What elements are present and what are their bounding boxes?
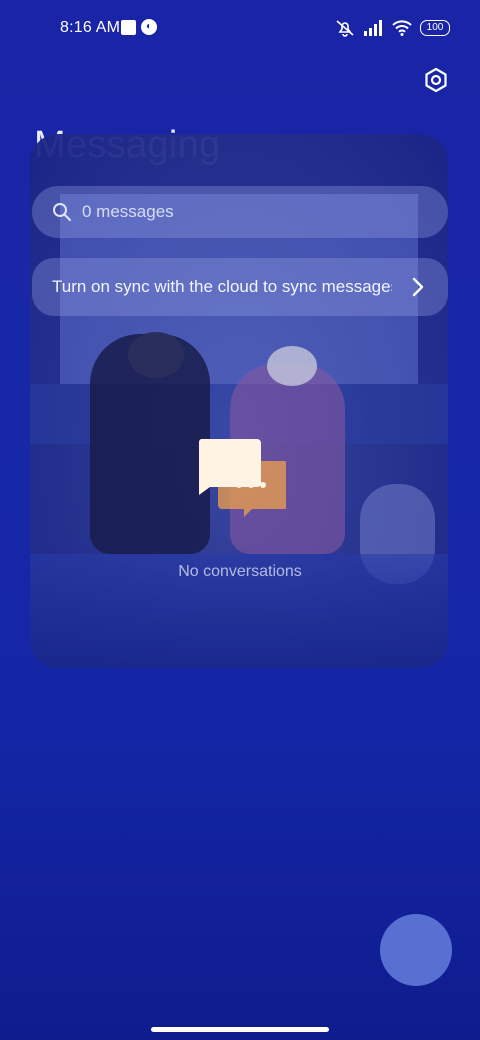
empty-state-text: No conversations — [178, 563, 302, 580]
chat-bubbles-icon — [198, 439, 286, 517]
new-message-button[interactable] — [380, 914, 452, 986]
wifi-icon — [392, 20, 412, 36]
search-input[interactable]: 0 messages — [32, 186, 448, 238]
settings-button[interactable] — [420, 64, 452, 96]
search-icon — [50, 200, 74, 224]
status-right-group: 100 — [334, 17, 450, 39]
chevron-right-icon — [412, 277, 424, 297]
mute-icon — [336, 20, 354, 37]
sync-banner[interactable]: Turn on sync with the cloud to sync mess… — [32, 258, 448, 316]
home-indicator[interactable] — [151, 1027, 329, 1032]
sync-banner-text: Turn on sync with the cloud to sync mess… — [52, 277, 392, 296]
gear-icon — [425, 67, 447, 93]
image-person-left-head — [128, 332, 184, 378]
image-person-right-head — [267, 346, 317, 386]
battery-icon: 100 — [420, 20, 450, 36]
status-bar: 8:16 AM ◐ 100 — [0, 0, 480, 56]
profile-notification-icon: ◐ — [141, 19, 157, 35]
signal-icon — [364, 20, 382, 36]
status-time: 8:16 AM — [60, 19, 121, 36]
app-notification-icon — [121, 20, 136, 35]
search-placeholder: 0 messages — [82, 202, 174, 221]
